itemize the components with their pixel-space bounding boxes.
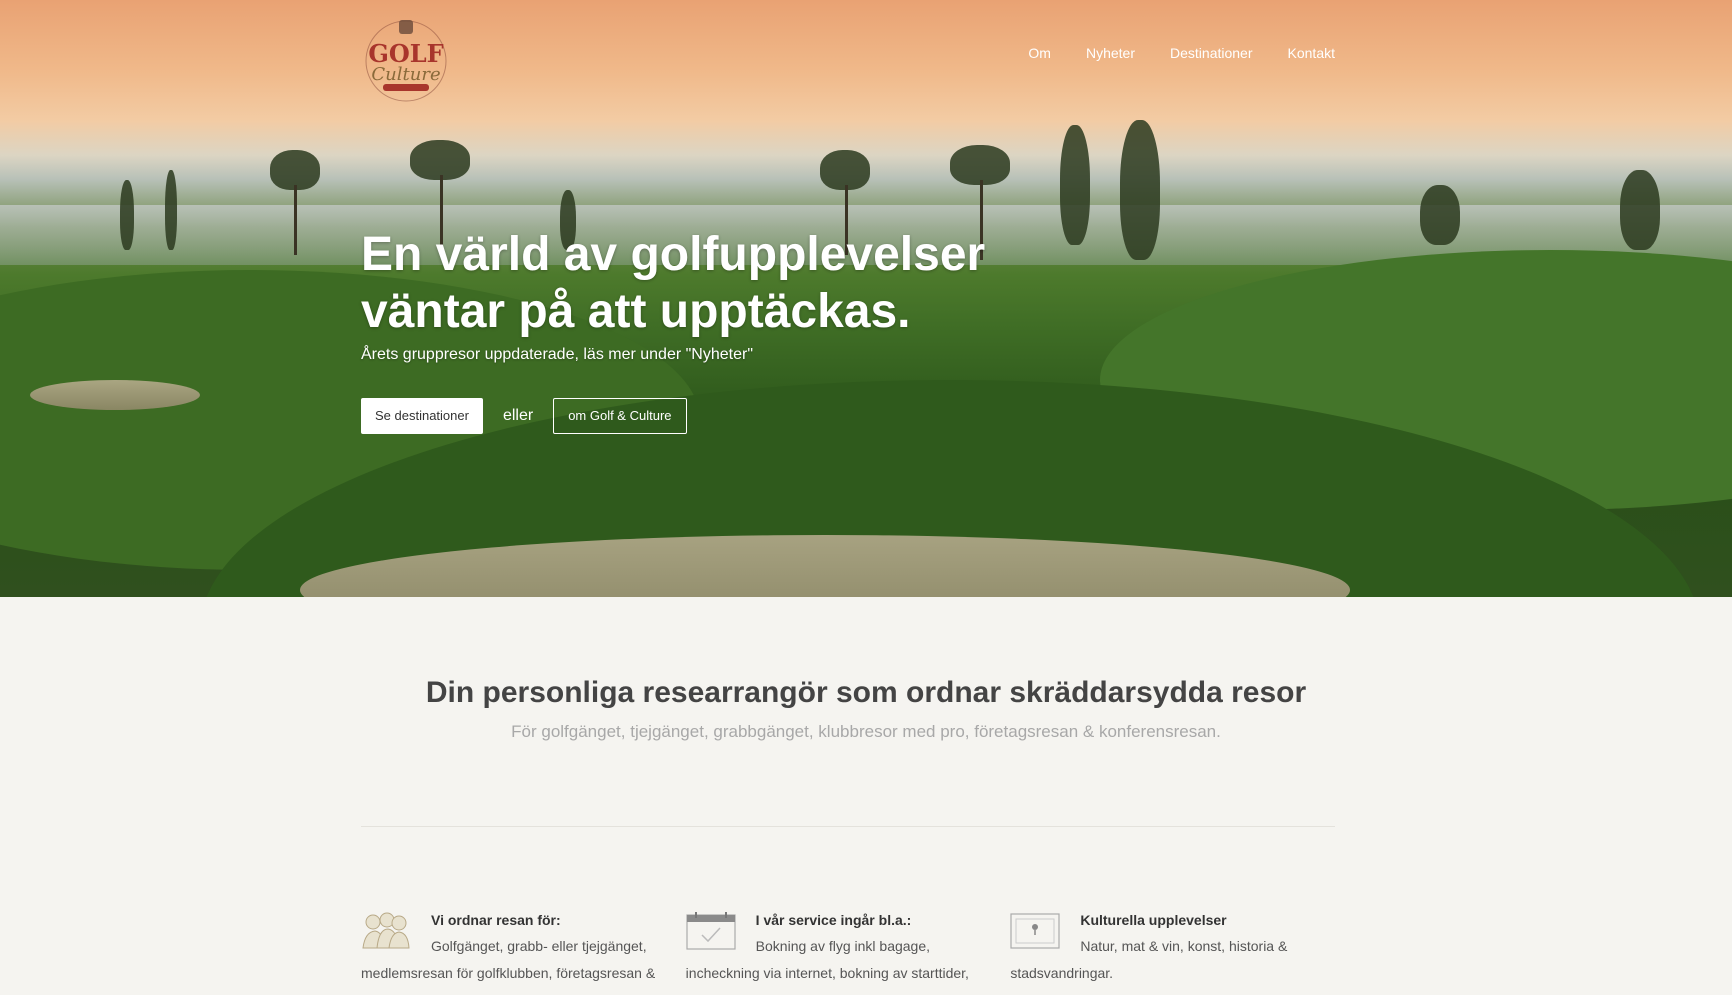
calendar-check-icon [686, 912, 736, 950]
hero-tree [165, 170, 177, 250]
nav-item-nyheter[interactable]: Nyheter [1086, 45, 1135, 61]
intro-subtitle: För golfgänget, tjejgänget, grabbgänget,… [511, 722, 1221, 741]
about-button[interactable]: om Golf & Culture [553, 398, 687, 434]
intro-section: Din personliga researrangör som ordnar s… [0, 597, 1732, 742]
hero-tree [120, 180, 134, 250]
section-divider [361, 826, 1335, 827]
header: GOLF Culture Om Nyheter Destinationer Ko… [361, 16, 1335, 106]
see-destinations-button[interactable]: Se destinationer [361, 398, 483, 434]
hero-tree [950, 145, 1010, 185]
hero-title: En värld av golfupplevelser väntar på at… [361, 226, 1061, 340]
group-people-icon [361, 912, 411, 950]
cta-separator: eller [502, 407, 534, 424]
feature-heading: I vår service ingår bl.a.: [755, 912, 912, 928]
nav-item-kontakt[interactable]: Kontakt [1288, 45, 1335, 61]
map-icon [1010, 912, 1060, 950]
hero-title-line1: En värld av golfupplevelser [361, 228, 986, 281]
hero-section: GOLF Culture Om Nyheter Destinationer Ko… [0, 0, 1732, 597]
hero-tree-trunk [294, 185, 297, 255]
svg-text:Culture: Culture [371, 64, 440, 85]
feature-heading: Kulturella upplevelser [1080, 912, 1227, 928]
golf-culture-logo[interactable]: GOLF Culture [361, 16, 451, 108]
hero-sand-bunker [30, 380, 200, 410]
hero-tree [270, 150, 320, 190]
nav-item-om[interactable]: Om [1028, 45, 1051, 61]
hero-tree [410, 140, 470, 180]
nav-item-destinationer[interactable]: Destinationer [1170, 45, 1253, 61]
features-row: Vi ordnar resan för: Golfgänget, grabb- … [361, 910, 1335, 987]
feature-heading: Vi ordnar resan för: [431, 912, 561, 928]
feature-item: Kulturella upplevelser Natur, mat & vin,… [1010, 910, 1335, 987]
hero-subtitle: Årets gruppresor uppdaterade, läs mer un… [361, 346, 754, 363]
feature-item: I vår service ingår bl.a.: Bokning av fl… [686, 910, 1011, 987]
hero-tree [1620, 170, 1660, 250]
hero-tree [1420, 185, 1460, 245]
feature-item: Vi ordnar resan för: Golfgänget, grabb- … [361, 910, 686, 987]
intro-title: Din personliga researrangör som ordnar s… [425, 676, 1307, 709]
hero-text: En värld av golfupplevelser väntar på at… [361, 226, 1061, 364]
hero-tree [1060, 125, 1090, 245]
main-nav: Om Nyheter Destinationer Kontakt [1028, 45, 1335, 61]
hero-tree [1120, 120, 1160, 260]
hero-tree [820, 150, 870, 190]
hero-cta-row: Se destinationer eller om Golf & Culture [361, 398, 687, 434]
hero-title-line2: väntar på att upptäckas. [361, 285, 911, 338]
